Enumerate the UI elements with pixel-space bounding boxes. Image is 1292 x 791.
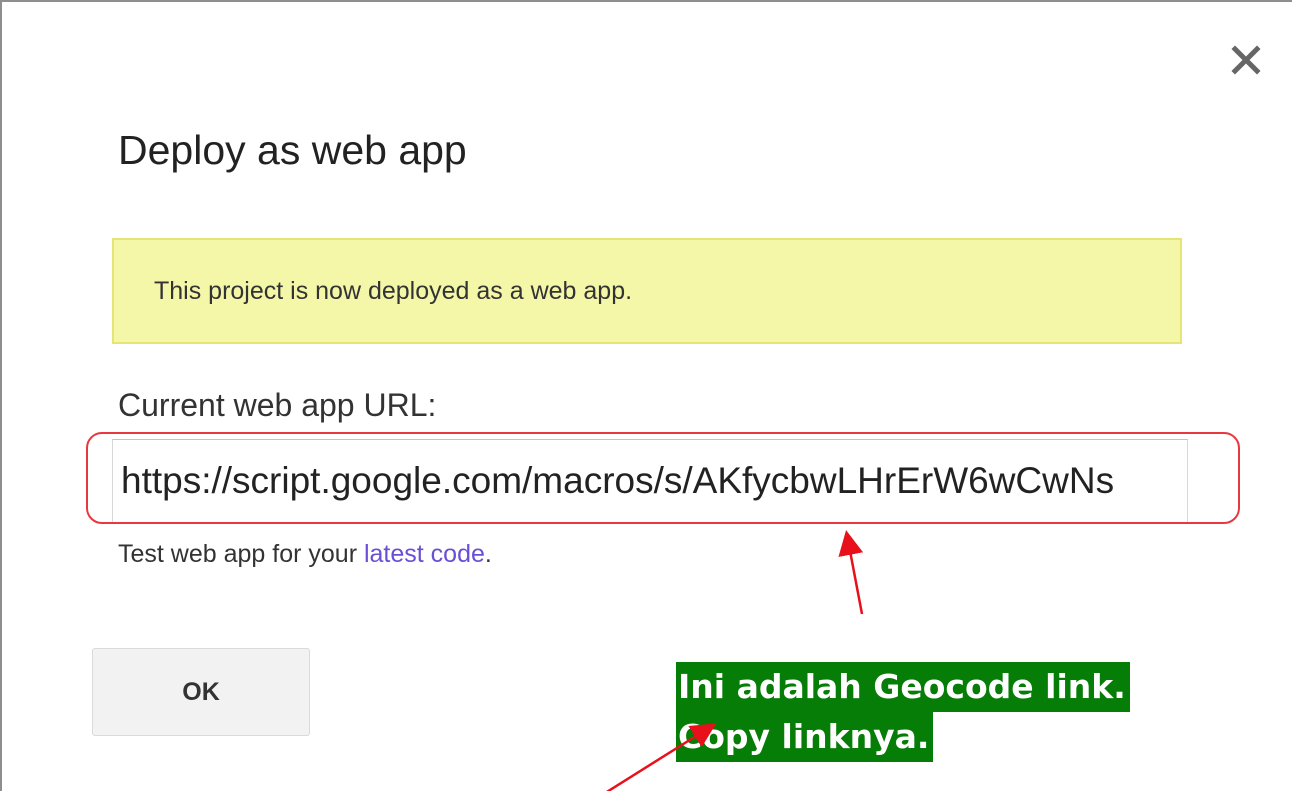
test-suffix: . — [484, 540, 492, 568]
url-label: Current web app URL: — [118, 387, 437, 423]
web-app-url-field[interactable] — [112, 439, 1188, 523]
success-notice: This project is now deployed as a web ap… — [112, 238, 1182, 344]
latest-code-link[interactable]: latest code — [364, 540, 485, 568]
callout-line-1: Ini adalah Geocode link. — [676, 662, 1130, 712]
annotation-callout: Ini adalah Geocode link. Copy linknya. — [676, 662, 1130, 762]
ok-button[interactable]: OK — [92, 648, 310, 736]
dialog-title: Deploy as web app — [118, 127, 467, 173]
test-text: Test web app for your — [118, 540, 364, 568]
close-icon[interactable] — [1226, 40, 1266, 80]
notice-text: This project is now deployed as a web ap… — [154, 276, 633, 305]
close-button[interactable] — [1226, 40, 1266, 80]
callout-line-2: Copy linknya. — [676, 712, 934, 762]
test-web-app-text: Test web app for your latest code. — [118, 540, 492, 569]
